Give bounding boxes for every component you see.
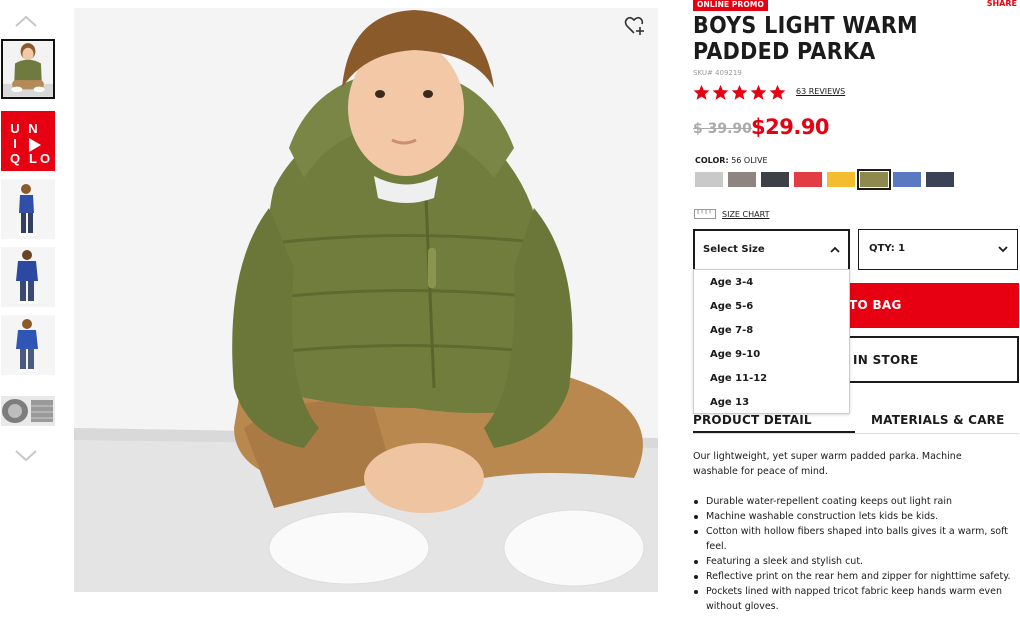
size-option[interactable]: Age 11-12: [710, 373, 767, 384]
size-option[interactable]: Age 7-8: [710, 325, 753, 336]
thumbnail-column: U N I Q L O: [0, 0, 60, 621]
star-icon: [731, 84, 748, 100]
feature-item: Featuring a sleek and stylish cut.: [693, 554, 1011, 569]
feature-list: Durable water-repellent coating keeps ou…: [693, 494, 1011, 614]
color-swatch-olive[interactable]: [857, 169, 891, 190]
color-label: COLOR: 56 OLIVE: [695, 156, 768, 165]
color-swatch-red[interactable]: [794, 172, 822, 187]
product-info-panel: ONLINE PROMO SHARE BOYS LIGHT WARM PADDE…: [693, 0, 1020, 621]
chevron-down-icon[interactable]: [13, 447, 39, 465]
svg-text:U: U: [10, 121, 19, 136]
svg-text:O: O: [40, 151, 50, 166]
thumbnail-boy-blue-front[interactable]: [1, 315, 55, 375]
star-icon: [769, 84, 786, 100]
rating-stars: [693, 84, 786, 101]
feature-item: Durable water-repellent coating keeps ou…: [693, 494, 1011, 509]
tab-product-detail[interactable]: PRODUCT DETAIL: [693, 413, 812, 427]
feature-item: Reflective print on the rear hem and zip…: [693, 569, 1011, 584]
tab-materials-care[interactable]: MATERIALS & CARE: [871, 413, 1005, 427]
feature-item: Pockets lined with napped tricot fabric …: [693, 584, 1011, 614]
size-option[interactable]: Age 3-4: [710, 277, 753, 288]
svg-text:L: L: [29, 151, 37, 166]
svg-text:N: N: [28, 121, 37, 136]
find-in-store-label: IN STORE: [853, 353, 919, 367]
quantity-select[interactable]: QTY: 1: [858, 229, 1018, 270]
feature-item: Cotton with hollow fibers shaped into ba…: [693, 524, 1011, 554]
size-select-value: Select Size: [703, 244, 765, 255]
star-icon: [693, 84, 710, 100]
online-promo-badge: ONLINE PROMO: [693, 0, 768, 11]
ruler-icon: [694, 209, 716, 219]
color-swatch-yellow[interactable]: [827, 172, 855, 187]
quantity-value: QTY: 1: [869, 243, 906, 254]
product-title: BOYS LIGHT WARM PADDED PARKA: [693, 13, 918, 65]
svg-text:I: I: [13, 136, 17, 151]
feature-item: Machine washable construction lets kids …: [693, 509, 1011, 524]
thumbnail-jacket-detail[interactable]: [1, 396, 55, 426]
product-sku: SKU# 409219: [693, 69, 742, 77]
color-label-title: COLOR:: [695, 156, 729, 165]
add-to-wishlist-icon[interactable]: [624, 16, 646, 36]
color-swatches: [695, 169, 954, 190]
size-chart-label: SIZE CHART: [722, 209, 770, 219]
thumbnail-boy-olive[interactable]: [1, 39, 55, 99]
share-link[interactable]: SHARE: [987, 0, 1017, 8]
add-to-bag-label: TO BAG: [849, 298, 902, 312]
size-dropdown-menu: Age 3-4 Age 5-6 Age 7-8 Age 9-10 Age 11-…: [693, 269, 850, 414]
reviews-link[interactable]: 63 REVIEWS: [796, 87, 845, 96]
tab-divider: [693, 433, 1019, 434]
size-chart-link[interactable]: SIZE CHART: [694, 209, 769, 219]
color-swatch-light-gray[interactable]: [695, 172, 723, 187]
color-swatch-navy[interactable]: [926, 172, 954, 187]
size-select[interactable]: Select Size: [693, 229, 850, 270]
color-swatch-gray[interactable]: [728, 172, 756, 187]
original-price: $ 39.90: [693, 121, 752, 137]
chevron-up-icon[interactable]: [13, 12, 39, 30]
chevron-up-icon: [830, 246, 840, 253]
main-product-image[interactable]: [74, 8, 658, 592]
sale-price: $29.90: [751, 115, 830, 139]
color-swatch-blue[interactable]: [893, 172, 921, 187]
size-option[interactable]: Age 9-10: [710, 349, 760, 360]
size-option[interactable]: Age 13: [710, 397, 749, 408]
thumbnail-boy-blue-back[interactable]: [1, 247, 55, 307]
product-description: Our lightweight, yet super warm padded p…: [693, 451, 962, 477]
chevron-down-icon: [998, 246, 1008, 253]
thumbnail-boy-blue-side[interactable]: [1, 179, 55, 239]
color-value: 56 OLIVE: [731, 156, 768, 165]
color-swatch-charcoal[interactable]: [761, 172, 789, 187]
star-icon: [712, 84, 729, 100]
size-option[interactable]: Age 5-6: [710, 301, 753, 312]
thumbnail-uniqlo-video[interactable]: U N I Q L O: [1, 111, 55, 171]
star-icon: [750, 84, 767, 100]
active-tab-indicator: [693, 431, 855, 433]
svg-text:Q: Q: [10, 151, 20, 166]
